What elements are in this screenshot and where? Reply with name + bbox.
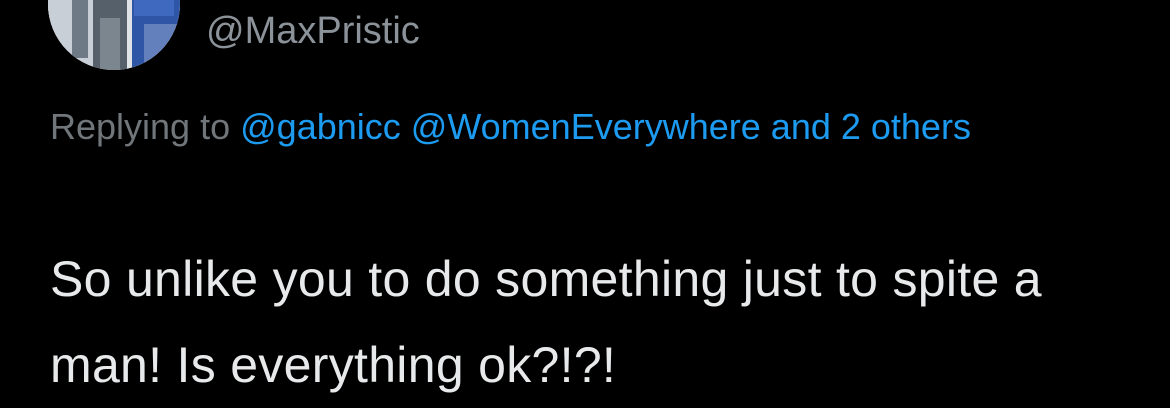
- reply-prefix: Replying to: [50, 106, 231, 147]
- reply-others-link[interactable]: and 2 others: [771, 106, 971, 147]
- tweet-body: So unlike you to do something just to sp…: [50, 251, 1042, 393]
- mention-womeneverywhere[interactable]: @WomenEverywhere: [411, 106, 761, 147]
- author-handle[interactable]: @MaxPristic: [206, 8, 420, 54]
- mention-gabnicc[interactable]: @gabnicc: [240, 106, 401, 147]
- avatar[interactable]: [48, 0, 180, 70]
- avatar-photo: [48, 0, 180, 70]
- replying-to: Replying to @gabnicc @WomenEverywhere an…: [50, 96, 1130, 158]
